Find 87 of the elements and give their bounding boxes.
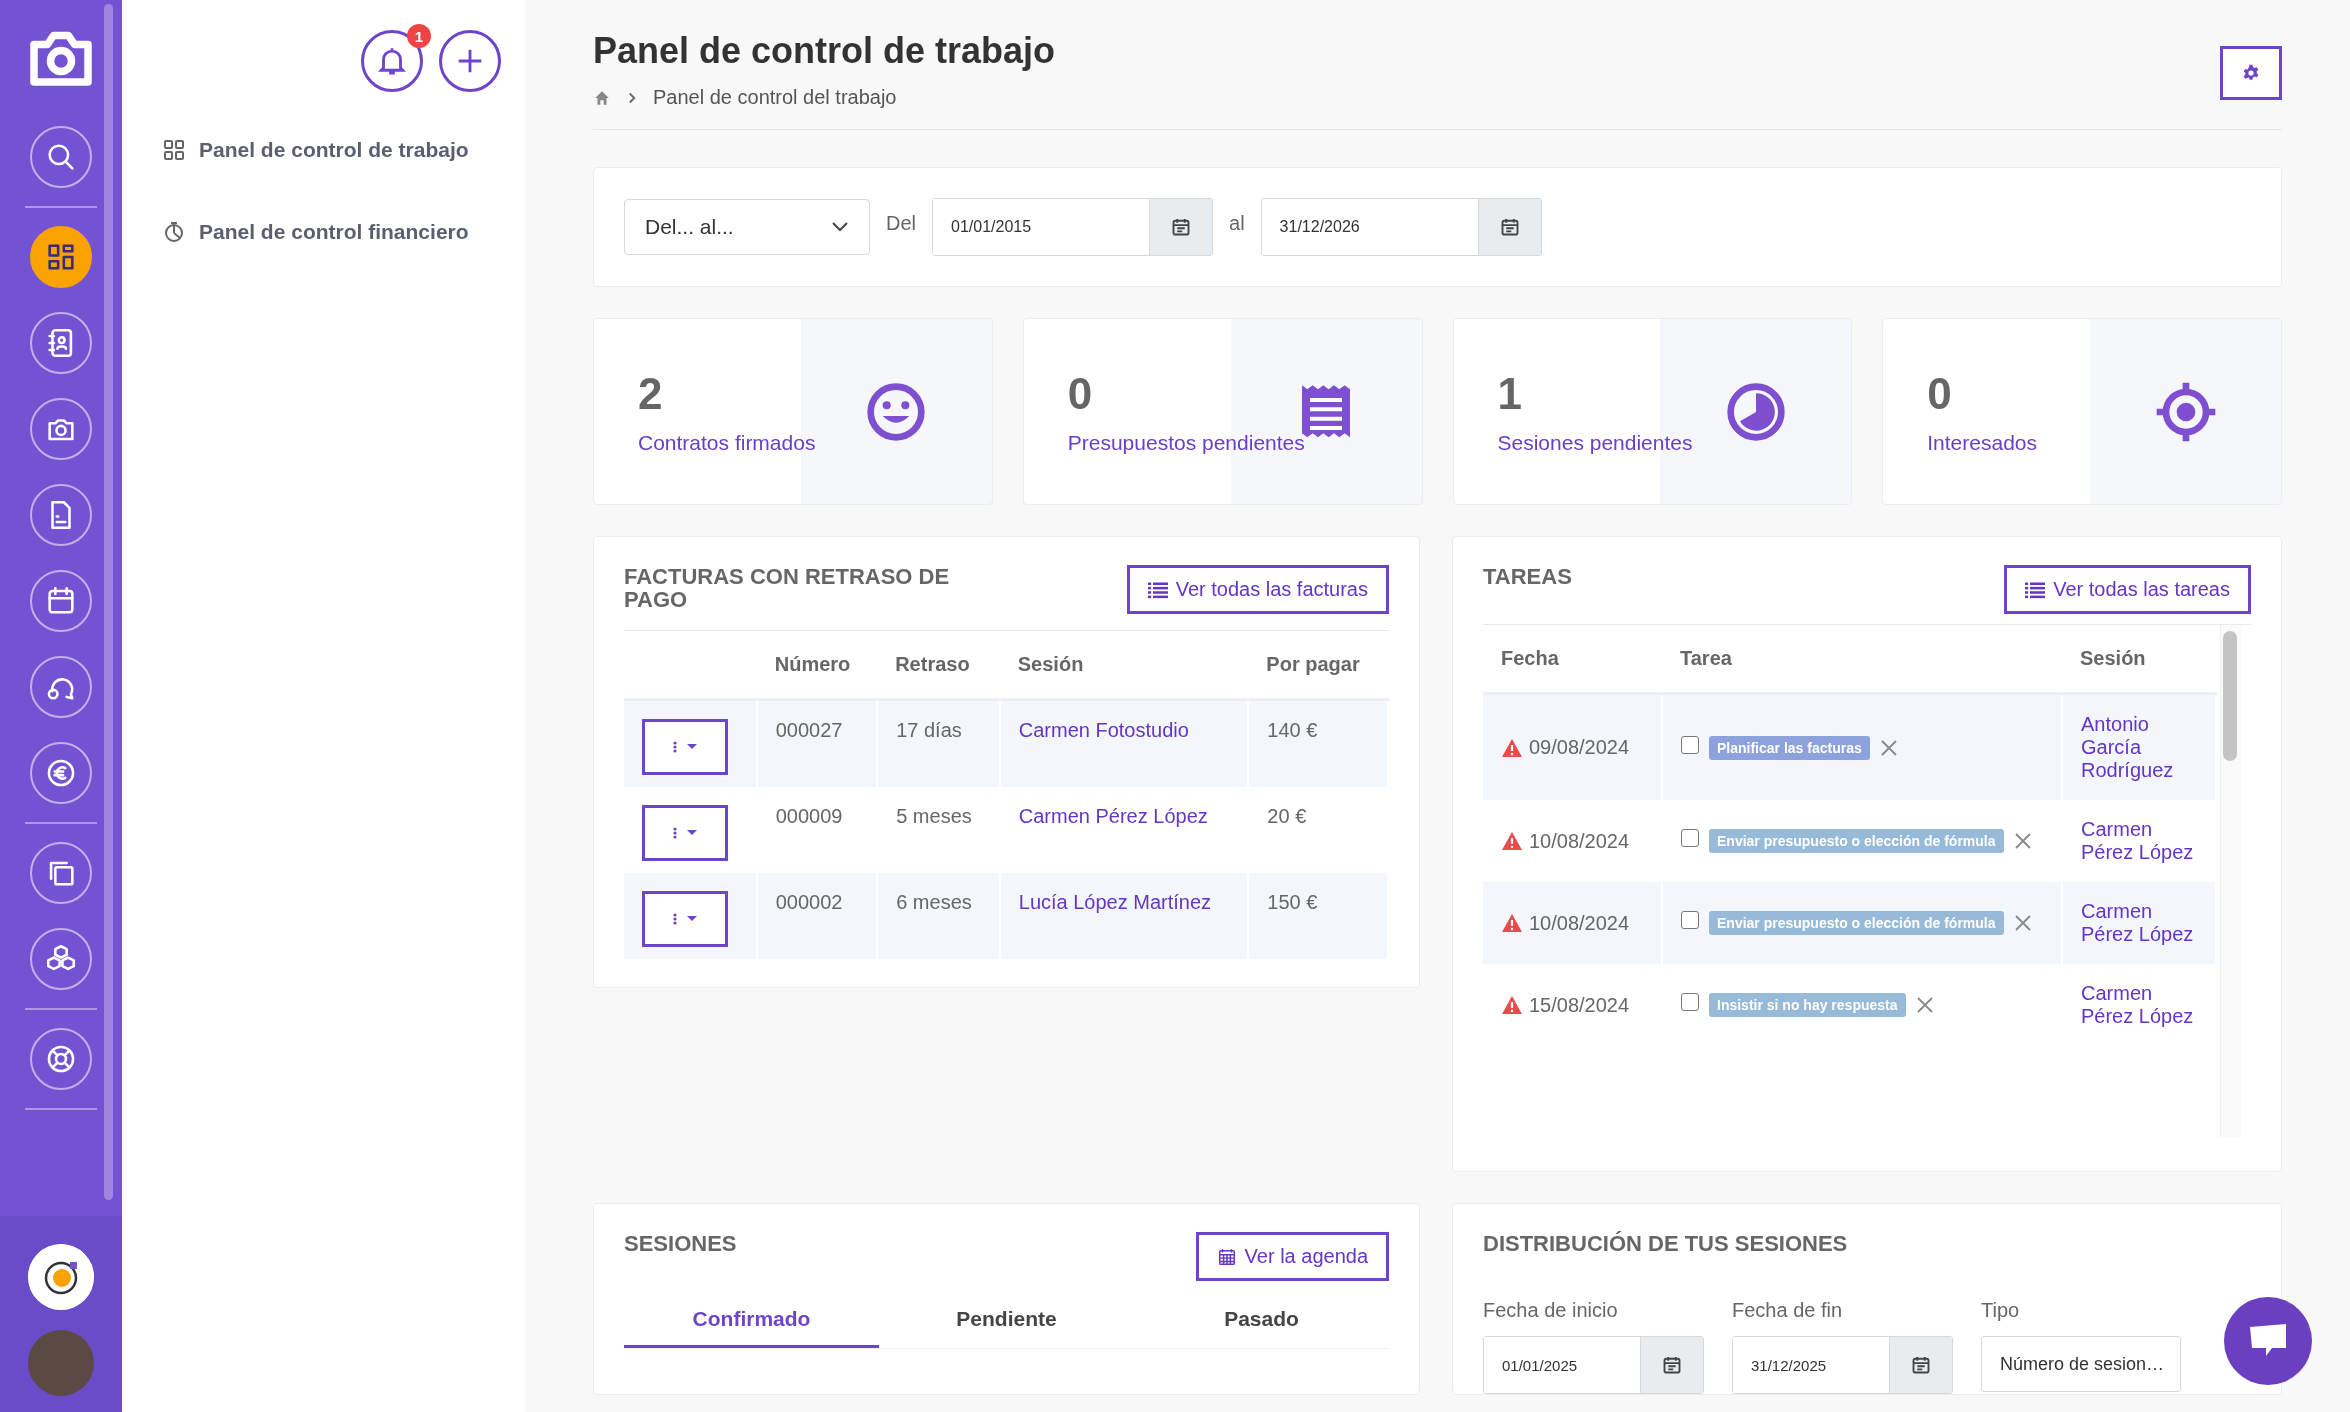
table-cell: 6 meses [877,873,1000,959]
tab[interactable]: Confirmado [624,1293,879,1348]
kebab-caret-icon [671,740,699,754]
panel-title: FACTURAS CON RETRASO DE PAGO [624,565,951,612]
stat-value: 0 [1927,369,1953,419]
date-field[interactable]: 31/12/2025 [1732,1336,1953,1395]
table-cell: 000027 [756,699,878,787]
tab[interactable]: Pasado [1134,1293,1389,1348]
close-icon[interactable] [1879,738,1898,757]
kebab-caret-icon [671,826,699,840]
date-field[interactable]: 01/01/2025 [1483,1336,1704,1395]
grid-icon [162,138,186,162]
task-tag: Enviar presupuesto o elección de fórmula [1709,911,2004,935]
task-tag: Enviar presupuesto o elección de fórmula [1709,829,2004,853]
table-cell: 150 € [1248,873,1388,959]
session-link[interactable]: Carmen Pérez López [2081,982,2197,1028]
field-label: al [1229,211,1245,235]
row-actions-dropdown[interactable] [642,891,728,947]
panel-title: TAREAS [1483,565,1572,589]
close-icon[interactable] [2013,832,2032,850]
view-tasks-button[interactable]: Ver todas las tareas [2004,565,2251,614]
page-title: Panel de control de trabajo [593,30,1056,72]
view-agenda-button[interactable]: Ver la agenda [1195,1232,1389,1281]
warning-icon [1501,913,1523,933]
task-checkbox[interactable] [1681,911,1699,929]
field-label: Fecha de fin [1732,1299,1844,1323]
field-label: Del [886,211,916,235]
session-link[interactable]: Carmen Pérez López [2081,818,2197,864]
stat-value: 0 [1067,369,1094,419]
stat-value: 1 [1497,369,1523,419]
list-icon [1147,580,1168,599]
sidebar-link[interactable]: Panel de control de trabajo [162,138,525,162]
scrollbar-thumb[interactable] [2223,631,2237,761]
calendar-icon [1171,217,1191,237]
stat-value: 2 [638,369,664,419]
calendar-icon [1216,1247,1237,1266]
table-cell: 140 € [1248,699,1388,787]
panel-title: SESIONES [624,1232,737,1256]
sidebar-link-label: Panel de control financiero [199,220,469,244]
kebab-caret-icon [671,912,699,926]
task-checkbox[interactable] [1681,735,1699,754]
row-actions-dropdown[interactable] [642,719,728,775]
date-range-select[interactable]: Del... al... [624,199,870,255]
row-actions-dropdown[interactable] [642,805,728,861]
table-cell: 17 días [877,699,1000,787]
close-icon[interactable] [2013,914,2032,932]
calendar-icon [1499,217,1520,237]
field-label: Tipo [1981,1299,2021,1323]
breadcrumb-item: Panel de control del trabajo [653,86,897,109]
tab[interactable]: Pendiente [879,1293,1134,1348]
session-link[interactable]: Carmen Pérez López [1018,805,1230,828]
warning-icon [1501,831,1523,851]
sidebar-nav-button[interactable] [30,226,92,288]
task-date: 10/08/2024 [1529,829,1630,853]
table-cell: 000002 [756,873,878,959]
panel-title: DISTRIBUCIÓN DE TUS SESIONES [1483,1232,1849,1256]
view-invoices-button[interactable]: Ver todas las facturas [1126,565,1389,614]
settings-button[interactable] [2220,46,2282,100]
close-icon[interactable] [1915,996,1934,1014]
stat-label: Contratos firmados [638,430,816,456]
calendar-icon [1911,1355,1931,1376]
type-select[interactable]: Número de sesion… [1981,1336,2181,1393]
task-checkbox[interactable] [1681,829,1699,847]
warning-icon [1501,737,1523,758]
stat-label: Presupuestos pendientes [1067,430,1305,456]
field-label: Fecha de inicio [1483,1299,1619,1323]
app-logo-icon[interactable] [28,1244,94,1310]
chevron-down-icon [831,221,849,233]
warning-icon [1501,995,1523,1015]
task-tag: Insistir si no hay respuesta [1709,993,1906,1017]
pie-chart-icon [162,220,186,244]
task-checkbox[interactable] [1681,993,1699,1011]
calendar-icon [1662,1355,1682,1376]
sidebar-link[interactable]: Panel de control financiero [162,220,525,244]
task-tag: Planificar las facturas [1709,735,1870,760]
task-date: 10/08/2024 [1529,911,1630,935]
list-icon [2025,580,2046,599]
date-field[interactable]: 31/12/2026 [1260,198,1542,256]
date-field[interactable]: 01/01/2015 [932,198,1213,256]
task-date: 15/08/2024 [1529,993,1630,1017]
settings-icon [2242,64,2260,82]
stat-label: Sesiones pendientes [1497,430,1693,456]
sidebar-link-label: Panel de control de trabajo [199,138,469,162]
task-date: 09/08/2024 [1529,736,1630,759]
notification-badge: 1 [407,24,431,48]
scrollbar[interactable] [104,4,113,1200]
stat-label: Interesados [1927,430,2037,456]
